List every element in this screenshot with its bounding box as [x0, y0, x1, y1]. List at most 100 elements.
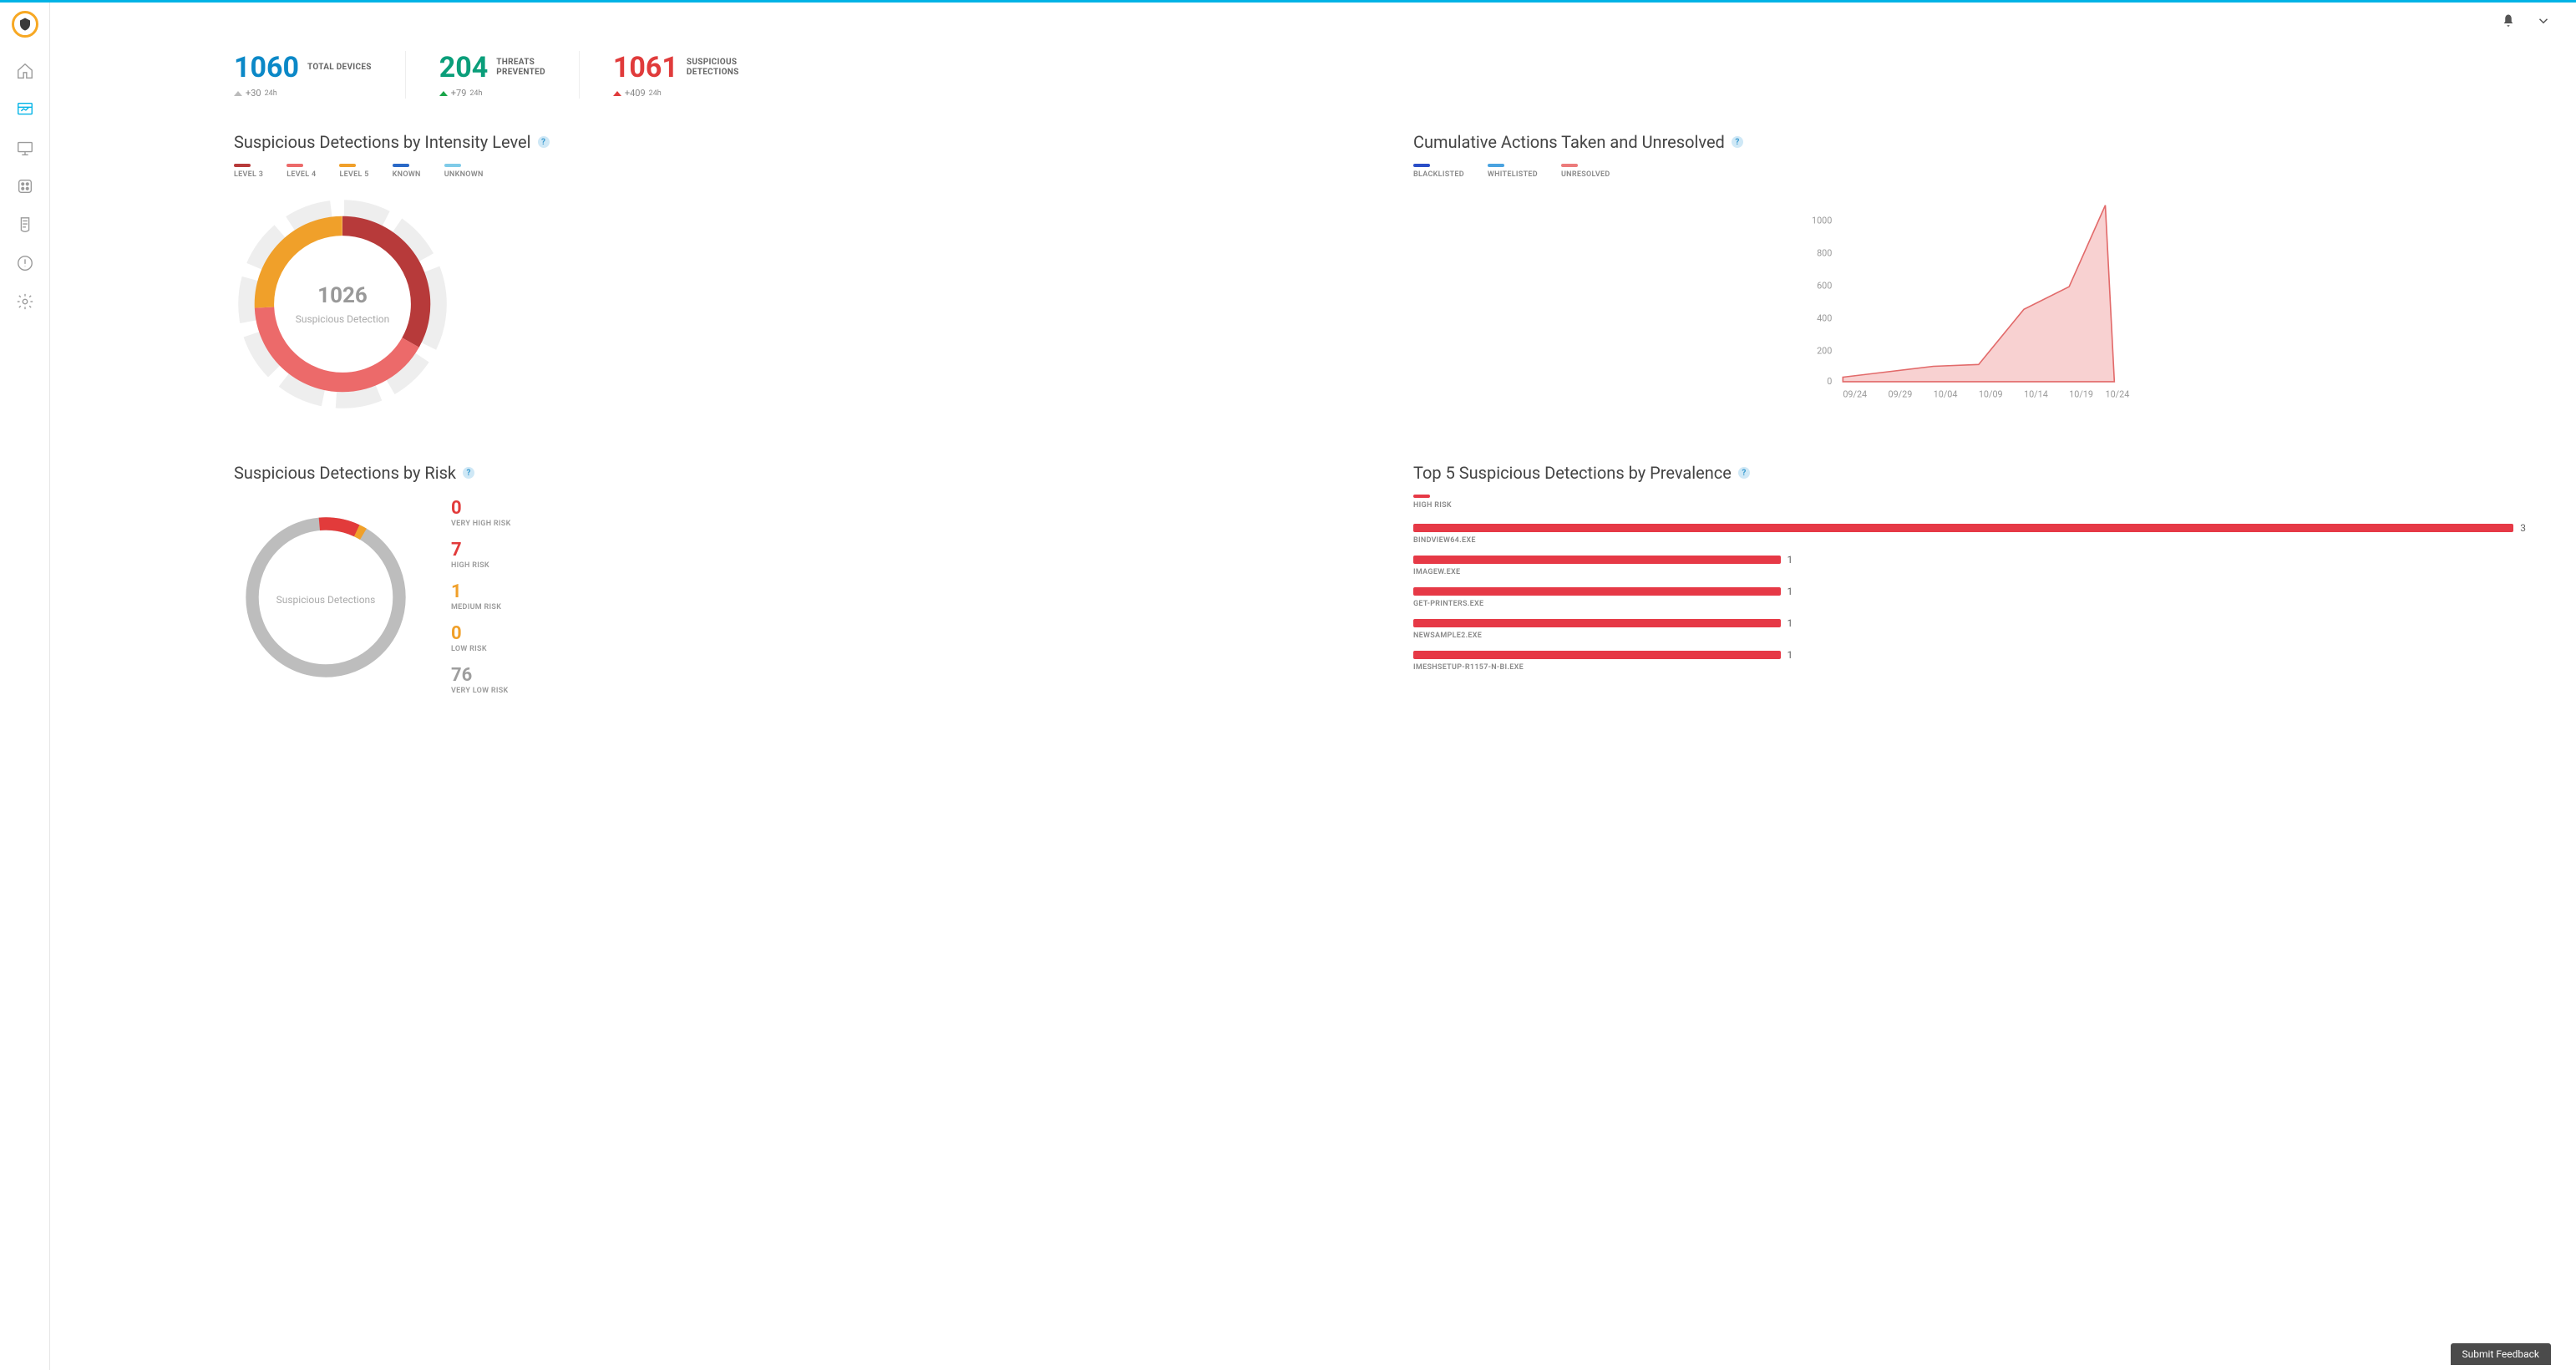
card-cumulative: Cumulative Actions Taken and Unresolved … [1413, 132, 2526, 413]
legend-item[interactable]: BLACKLISTED [1413, 164, 1464, 179]
legend-item[interactable]: WHITELISTED [1488, 164, 1538, 179]
donut-value: 1026 [317, 283, 368, 308]
legend-label: WHITELISTED [1488, 170, 1538, 179]
svg-text:09/24: 09/24 [1843, 388, 1867, 399]
help-icon[interactable]: ? [1732, 136, 1743, 148]
risk-item[interactable]: 7 HIGH RISK [451, 541, 511, 570]
bar-label: IMAGEW.EXE [1413, 568, 2526, 576]
stat-label: THREATS [496, 58, 545, 68]
legend-item[interactable]: LEVEL 5 [339, 164, 368, 179]
stat-suspicious-detections[interactable]: 1061 SUSPICIOUS DETECTIONS +409 24h [613, 51, 773, 99]
bar-row[interactable]: 1 GET-PRINTERS.EXE [1413, 586, 2526, 608]
legend-swatch [393, 164, 409, 167]
stat-threats-prevented[interactable]: 204 THREATS PREVENTED +79 24h [439, 51, 580, 99]
risk-item[interactable]: 76 VERY LOW RISK [451, 667, 511, 695]
legend-item[interactable]: LEVEL 3 [234, 164, 263, 179]
svg-text:800: 800 [1817, 247, 1832, 258]
legend-swatch [1561, 164, 1578, 167]
trend-up-icon [439, 91, 448, 96]
card-title: Suspicious Detections by Risk [234, 463, 456, 483]
risk-donut-chart[interactable]: Suspicious Detections [234, 505, 418, 689]
card-title: Suspicious Detections by Intensity Level [234, 132, 531, 152]
svg-text:10/04: 10/04 [1934, 388, 1958, 399]
bar-value: 1 [1787, 649, 1793, 661]
card-intensity: Suspicious Detections by Intensity Level… [234, 132, 1346, 413]
topbar [50, 3, 2576, 43]
legend-swatch [1413, 164, 1430, 167]
help-icon[interactable]: ? [1738, 467, 1750, 479]
bar-label: IMESHSETUP-R1157-N-BI.EXE [1413, 663, 2526, 672]
trend-up-icon [613, 91, 621, 96]
card-title: Top 5 Suspicious Detections by Prevalenc… [1413, 463, 1732, 483]
trend-up-icon [234, 91, 242, 96]
svg-text:600: 600 [1817, 280, 1832, 291]
risk-label: MEDIUM RISK [451, 603, 511, 611]
legend-label: HIGH RISK [1413, 501, 2526, 510]
bar-fill [1413, 619, 1781, 627]
legend-swatch [1413, 495, 1430, 498]
risk-value: 7 [451, 541, 511, 560]
svg-text:1000: 1000 [1812, 215, 1832, 226]
risk-item[interactable]: 0 VERY HIGH RISK [451, 500, 511, 528]
svg-text:10/14: 10/14 [2024, 388, 2048, 399]
legend-item[interactable]: LEVEL 4 [287, 164, 316, 179]
stat-label: TOTAL DEVICES [307, 63, 372, 73]
bar-fill [1413, 556, 1781, 564]
stat-label: SUSPICIOUS [687, 58, 739, 68]
bell-icon[interactable] [2501, 13, 2516, 32]
card-risk: Suspicious Detections by Risk ? Suspicio… [234, 463, 1346, 695]
risk-label: VERY LOW RISK [451, 687, 511, 695]
submit-feedback-button[interactable]: Submit Feedback [2451, 1343, 2551, 1365]
bar-label: NEWSAMPLE2.EXE [1413, 632, 2526, 640]
bar-row[interactable]: 1 NEWSAMPLE2.EXE [1413, 618, 2526, 640]
legend-label: UNRESOLVED [1561, 170, 1610, 179]
legend-item[interactable]: UNKNOWN [444, 164, 484, 179]
bar-row[interactable]: 3 BINDVIEW64.EXE [1413, 523, 2526, 545]
nav-home-icon[interactable] [13, 59, 37, 83]
donut-label: Suspicious Detections [276, 594, 376, 606]
stat-label: PREVENTED [496, 68, 545, 78]
nav-devices-icon[interactable] [13, 136, 37, 160]
help-icon[interactable]: ? [463, 467, 474, 479]
bar-value: 1 [1787, 554, 1793, 566]
svg-text:09/29: 09/29 [1889, 388, 1913, 399]
nav-alert-icon[interactable] [13, 251, 37, 275]
svg-text:400: 400 [1817, 312, 1832, 323]
bar-row[interactable]: 1 IMAGEW.EXE [1413, 555, 2526, 576]
bar-fill [1413, 651, 1781, 659]
legend-item[interactable]: KNOWN [393, 164, 421, 179]
bar-row[interactable]: 1 IMESHSETUP-R1157-N-BI.EXE [1413, 650, 2526, 672]
risk-label: HIGH RISK [451, 561, 511, 570]
bar-value: 3 [2520, 522, 2526, 534]
legend-label: LEVEL 3 [234, 170, 263, 179]
sidebar [0, 3, 50, 1370]
stat-value: 1060 [234, 51, 299, 84]
stat-value: 1061 [613, 51, 678, 84]
bar-value: 1 [1787, 617, 1793, 629]
nav-reports-icon[interactable] [13, 213, 37, 236]
legend-item[interactable]: UNRESOLVED [1561, 164, 1610, 179]
nav-settings-icon[interactable] [13, 290, 37, 313]
legend-label: KNOWN [393, 170, 421, 179]
risk-label: VERY HIGH RISK [451, 520, 511, 528]
legend-label: LEVEL 4 [287, 170, 316, 179]
legend-label: UNKNOWN [444, 170, 484, 179]
nav-apps-icon[interactable] [13, 175, 37, 198]
stat-total-devices[interactable]: 1060 TOTAL DEVICES +30 24h [234, 51, 406, 99]
nav-dashboard-icon[interactable] [13, 98, 37, 121]
risk-item[interactable]: 1 MEDIUM RISK [451, 583, 511, 611]
intensity-donut-chart[interactable]: 1026 Suspicious Detection [234, 195, 451, 413]
help-icon[interactable]: ? [538, 136, 550, 148]
cumulative-area-chart[interactable]: 1000 800 600 400 200 0 09/24 09/29 10/04… [1413, 187, 2526, 404]
legend-swatch [287, 164, 303, 167]
risk-value: 0 [451, 625, 511, 643]
legend-swatch [339, 164, 356, 167]
card-title: Cumulative Actions Taken and Unresolved [1413, 132, 1725, 152]
svg-text:10/19: 10/19 [2069, 388, 2093, 399]
bar-label: BINDVIEW64.EXE [1413, 536, 2526, 545]
legend-label: LEVEL 5 [339, 170, 368, 179]
chevron-down-icon[interactable] [2536, 13, 2551, 32]
risk-item[interactable]: 0 LOW RISK [451, 625, 511, 653]
stat-label: DETECTIONS [687, 68, 739, 78]
risk-value: 76 [451, 667, 511, 685]
